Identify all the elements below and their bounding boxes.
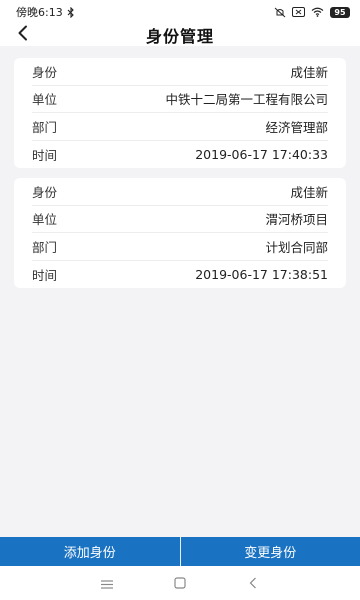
row-label: 身份 xyxy=(32,64,58,80)
row-value: 中铁十二局第一工程有限公司 xyxy=(165,92,328,108)
identity-card[interactable]: 身份 成佳新 单位 中铁十二局第一工程有限公司 部门 经济管理部 时间 2019… xyxy=(14,58,346,168)
row-value: 成佳新 xyxy=(290,64,328,80)
identity-row: 身份 成佳新 xyxy=(32,178,328,206)
system-back-button[interactable] xyxy=(238,568,268,598)
wifi-icon xyxy=(311,7,324,17)
identity-card[interactable]: 身份 成佳新 单位 渭河桥项目 部门 计划合同部 时间 2019-06-17 1… xyxy=(14,178,346,288)
row-label: 身份 xyxy=(32,184,58,200)
mute-icon xyxy=(274,7,286,18)
row-value: 2019-06-17 17:38:51 xyxy=(195,266,328,282)
status-bar: 傍晚6:13 95 xyxy=(0,0,360,24)
status-right: 95 xyxy=(274,6,350,18)
row-value: 2019-06-17 17:40:33 xyxy=(195,146,328,162)
row-label: 单位 xyxy=(32,212,58,228)
header: 身份管理 xyxy=(0,24,360,46)
row-label: 部门 xyxy=(32,119,58,135)
row-label: 时间 xyxy=(32,147,58,163)
sim-icon xyxy=(292,7,305,17)
back-button[interactable] xyxy=(12,24,34,46)
system-nav xyxy=(0,566,360,600)
change-identity-button[interactable]: 变更身份 xyxy=(181,537,360,566)
unit-row: 单位 渭河桥项目 xyxy=(32,206,328,233)
page-title: 身份管理 xyxy=(145,27,214,46)
time-row: 时间 2019-06-17 17:38:51 xyxy=(32,261,328,289)
add-identity-button[interactable]: 添加身份 xyxy=(0,537,180,566)
status-time: 傍晚6:13 xyxy=(16,6,63,19)
row-label: 部门 xyxy=(32,239,58,255)
bluetooth-icon xyxy=(67,6,75,18)
row-value: 成佳新 xyxy=(290,184,328,200)
unit-row: 单位 中铁十二局第一工程有限公司 xyxy=(32,86,328,113)
department-row: 部门 经济管理部 xyxy=(32,113,328,141)
row-label: 时间 xyxy=(32,267,58,283)
battery-icon: 95 xyxy=(330,6,350,18)
row-value: 渭河桥项目 xyxy=(265,212,328,228)
time-row: 时间 2019-06-17 17:40:33 xyxy=(32,141,328,169)
menu-button[interactable] xyxy=(92,568,122,598)
chevron-left-icon xyxy=(17,25,29,45)
department-row: 部门 计划合同部 xyxy=(32,233,328,261)
action-bar: 添加身份 变更身份 xyxy=(0,537,360,566)
row-value: 经济管理部 xyxy=(265,119,328,135)
home-button[interactable] xyxy=(165,568,195,598)
status-left: 傍晚6:13 xyxy=(16,4,75,20)
identity-row: 身份 成佳新 xyxy=(32,58,328,86)
row-value: 计划合同部 xyxy=(265,239,328,255)
home-icon xyxy=(174,574,186,593)
back-icon xyxy=(249,574,257,593)
row-label: 单位 xyxy=(32,92,58,108)
menu-icon xyxy=(100,574,113,593)
